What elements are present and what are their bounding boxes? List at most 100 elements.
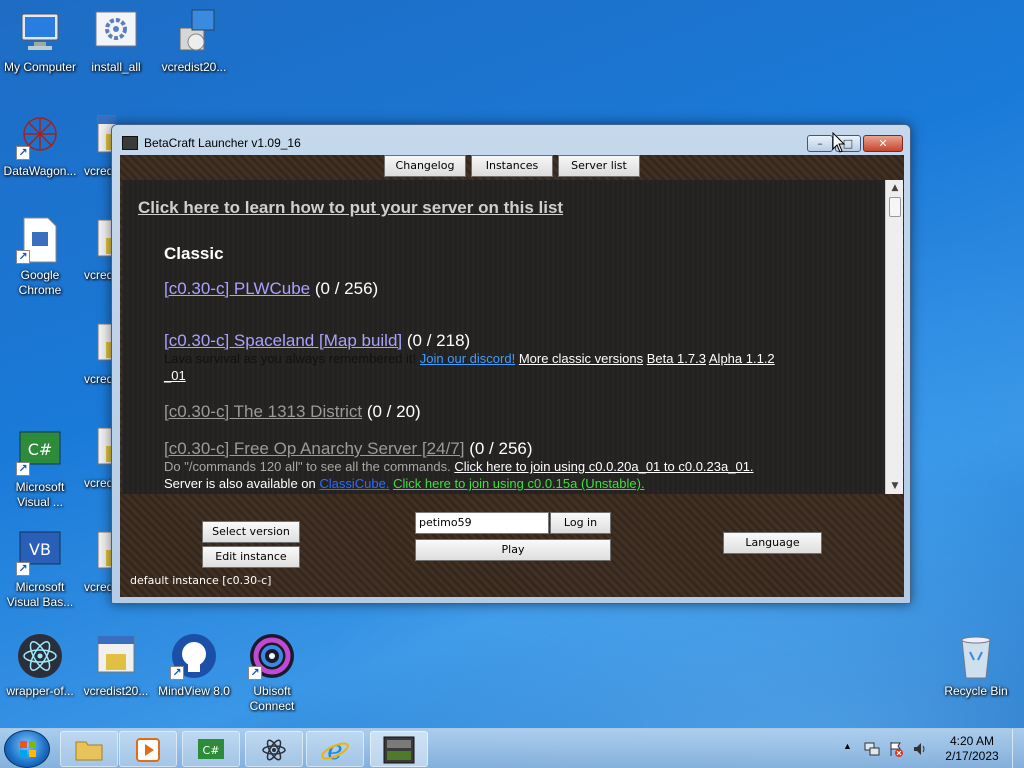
minimize-button[interactable]: –: [807, 135, 833, 152]
tab-server-list[interactable]: Server list: [558, 155, 640, 177]
clock[interactable]: 4:20 AM 2/17/2023: [938, 734, 1006, 764]
server-name-link[interactable]: [c0.30-c] Free Op Anarchy Server [24/7]: [164, 439, 464, 458]
desktop-icon-mindview[interactable]: ↗ MindView 8.0: [154, 632, 234, 699]
discord-link[interactable]: Join our discord!: [420, 351, 515, 366]
server-list-scrollbar[interactable]: ▲ ▼: [885, 180, 903, 494]
volume-icon[interactable]: [912, 741, 928, 757]
server-description-text: Lava survival as you always remembered i…: [164, 351, 417, 366]
desktop-icon-vcred-5[interactable]: vcred: [76, 424, 116, 491]
username-input[interactable]: petimo59: [415, 512, 549, 534]
svg-text:C#: C#: [203, 744, 220, 757]
media-player-icon: [136, 738, 160, 762]
desktop-icon-label: wrapper-of...: [6, 684, 74, 698]
ubisoft-icon: ↗: [248, 632, 296, 680]
desktop-icon-microsoft-visual-csharp[interactable]: C# ↗ Microsoft Visual ...: [0, 428, 80, 510]
shortcut-arrow-icon: ↗: [16, 462, 30, 476]
taskbar-betacraft[interactable]: [370, 731, 428, 767]
gear-document-icon: [92, 8, 140, 56]
edit-instance-button[interactable]: Edit instance: [202, 546, 300, 568]
login-button[interactable]: Log in: [550, 512, 611, 534]
alpha-link[interactable]: Alpha 1.1.2: [709, 351, 775, 366]
language-button[interactable]: Language: [723, 532, 822, 554]
start-button[interactable]: [4, 730, 50, 768]
computer-icon: [16, 8, 64, 56]
tab-changelog[interactable]: Changelog: [384, 155, 466, 177]
server-name-link[interactable]: [c0.30-c] Spaceland [Map build]: [164, 331, 402, 350]
desktop-icon-install-all[interactable]: install_all: [76, 8, 156, 75]
desktop-icon-microsoft-visual-basic[interactable]: VB ↗ Microsoft Visual Bas...: [0, 528, 80, 610]
betacraft-launcher-window: BetaCraft Launcher v1.09_16 – □ ✕ Change…: [111, 124, 911, 604]
desktop-icon-recycle-bin[interactable]: Recycle Bin: [936, 632, 1016, 699]
shortcut-arrow-icon: ↗: [170, 666, 184, 680]
shortcut-arrow-icon: ↗: [16, 146, 30, 160]
tab-instances[interactable]: Instances: [471, 155, 553, 177]
section-title-classic: Classic: [164, 244, 224, 263]
instance-status: default instance [c0.30-c]: [130, 574, 272, 587]
show-hidden-icons-icon[interactable]: ▲: [843, 741, 852, 751]
join-link[interactable]: Click here to join using c0.0.20a_01 to …: [454, 459, 753, 474]
csharp-icon: C# ↗: [16, 428, 64, 476]
desktop-icon-label: MindView 8.0: [158, 684, 230, 698]
desktop-icon-vcred-4[interactable]: vcred: [76, 320, 116, 387]
scroll-thumb[interactable]: [889, 197, 901, 217]
desktop-icon-label: Google Chrome: [18, 268, 62, 297]
taskbar-electron-app[interactable]: [245, 731, 303, 767]
network-icon[interactable]: [864, 741, 880, 757]
betacraft-app-icon: [122, 136, 138, 150]
desktop-icon-datawagon[interactable]: ↗ DataWagon...: [0, 112, 80, 179]
close-button[interactable]: ✕: [863, 135, 903, 152]
desktop-icon-label: Ubisoft Connect: [249, 684, 295, 713]
alpha-link-suffix[interactable]: _01: [164, 368, 186, 383]
select-version-button[interactable]: Select version: [202, 521, 300, 543]
desktop-icon-vcred-6[interactable]: vcred: [76, 528, 116, 595]
desktop-icon-google-chrome[interactable]: ↗ Google Chrome: [0, 216, 80, 298]
server-player-count: (0 / 256): [314, 279, 379, 298]
desktop-icon-ubisoft-connect[interactable]: ↗ Ubisoft Connect: [232, 632, 312, 714]
desktop-icon-vcredist-1[interactable]: vcredist20...: [154, 8, 234, 75]
desktop-icon-my-computer[interactable]: My Computer: [0, 8, 80, 75]
more-classic-versions-link[interactable]: More classic versions: [519, 351, 643, 366]
taskbar: C# e ▲ 4:20 AM 2/17/2023: [0, 728, 1024, 768]
installer-icon: [92, 632, 140, 680]
action-center-flag-icon[interactable]: [888, 741, 904, 757]
taskbar-media-player[interactable]: [119, 731, 177, 767]
server-entry: [c0.30-c] The 1313 District (0 / 20): [164, 402, 421, 422]
taskbar-explorer[interactable]: [60, 731, 118, 767]
desktop-icon-vcred-2[interactable]: vcred: [76, 112, 116, 179]
server-name-link[interactable]: [c0.30-c] The 1313 District: [164, 402, 362, 421]
desktop-icon-label: DataWagon...: [3, 164, 77, 178]
desktop-icon-label: vcredist20...: [83, 684, 149, 698]
play-button[interactable]: Play: [415, 539, 611, 561]
join-unstable-link[interactable]: Click here to join using c0.0.15a (Unsta…: [393, 476, 644, 491]
desktop-icon-label: vcredist20...: [161, 60, 227, 74]
server-info-link[interactable]: Click here to learn how to put your serv…: [138, 198, 563, 218]
desktop-icon-vcredist-7[interactable]: vcredist20...: [76, 632, 156, 699]
shortcut-arrow-icon: ↗: [16, 250, 30, 264]
desktop-icon-label: Recycle Bin: [944, 684, 1008, 698]
server-player-count: (0 / 218): [406, 331, 471, 350]
server-player-count: (0 / 256): [469, 439, 533, 458]
scroll-down-arrow-icon[interactable]: ▼: [886, 478, 904, 494]
server-entry: [c0.30-c] PLWCube (0 / 256): [164, 279, 378, 299]
desktop-icon-label: vcred: [84, 580, 114, 594]
installer-icon: [170, 8, 218, 56]
server-description-text: Do "/commands 120 all" to see all the co…: [164, 459, 451, 474]
desktop-icon-label: vcred: [84, 476, 114, 490]
title-bar[interactable]: BetaCraft Launcher v1.09_16 – □ ✕: [112, 125, 910, 155]
svg-text:VB: VB: [29, 540, 51, 559]
server-description: Server is also available on ClassiCube. …: [164, 476, 645, 491]
beta-link[interactable]: Beta 1.7.3: [647, 351, 706, 366]
mouse-cursor-icon: [832, 132, 846, 153]
server-name-link[interactable]: [c0.30-c] PLWCube: [164, 279, 310, 298]
desktop-icon-wrapper[interactable]: wrapper-of...: [0, 632, 80, 699]
server-entry: [c0.30-c] Free Op Anarchy Server [24/7] …: [164, 439, 533, 459]
show-desktop-button[interactable]: [1012, 729, 1024, 768]
server-list-panel: Click here to learn how to put your serv…: [122, 180, 885, 494]
taskbar-visual-csharp[interactable]: C#: [182, 731, 240, 767]
classicube-link[interactable]: ClassiCube.: [319, 476, 389, 491]
folder-icon: [75, 741, 103, 761]
desktop-icon-vcred-3[interactable]: vcred: [76, 216, 116, 283]
server-description-wrap: _01: [164, 368, 186, 383]
taskbar-internet-explorer[interactable]: e: [306, 731, 364, 767]
scroll-up-arrow-icon[interactable]: ▲: [886, 180, 904, 196]
